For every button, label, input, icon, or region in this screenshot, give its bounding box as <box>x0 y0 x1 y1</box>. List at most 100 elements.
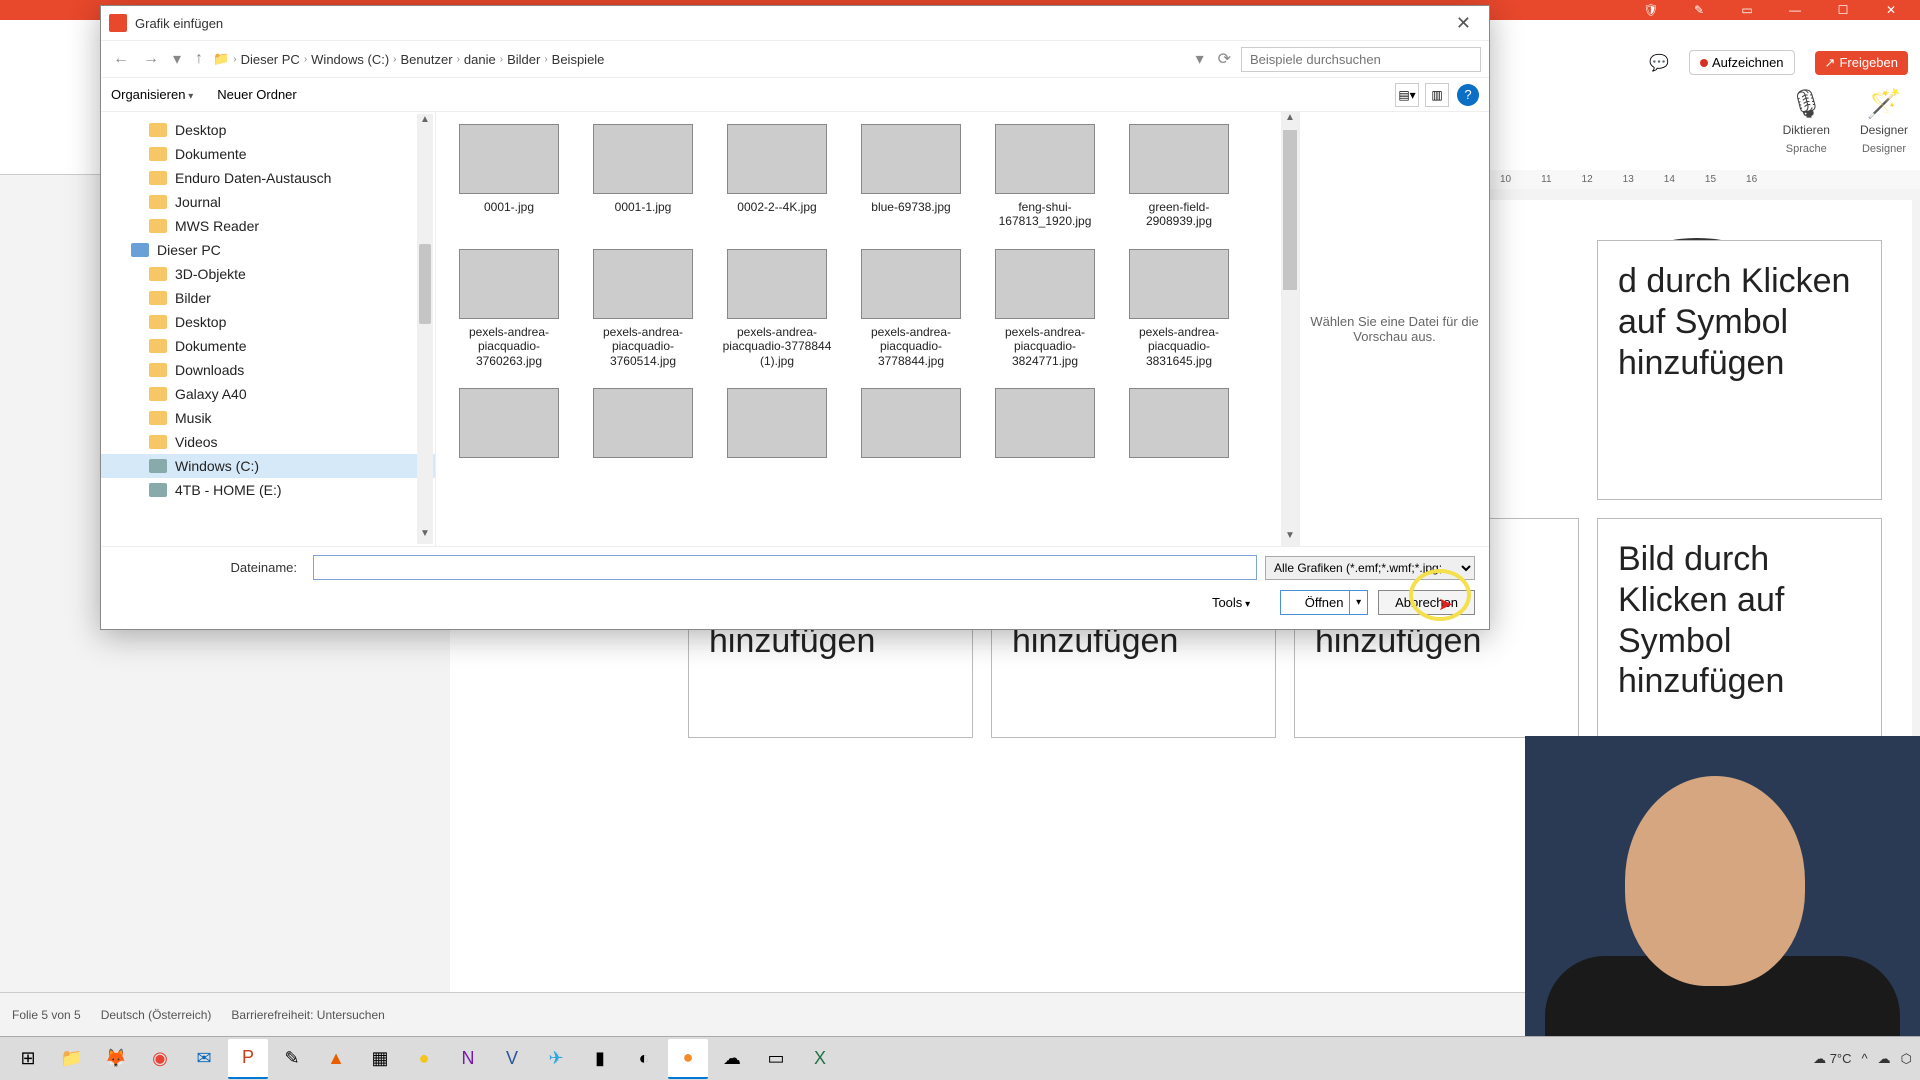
close-icon[interactable]: ✕ <box>1882 1 1900 19</box>
file-item[interactable] <box>980 388 1110 464</box>
file-item[interactable]: pexels-andrea-piacquadio-3760263.jpg <box>444 249 574 368</box>
excel-icon[interactable]: X <box>800 1039 840 1079</box>
app-icon[interactable]: ☁ <box>712 1039 752 1079</box>
file-explorer-icon[interactable]: 📁 <box>52 1039 92 1079</box>
new-folder-button[interactable]: Neuer Ordner <box>217 87 296 102</box>
onenote-icon[interactable]: N <box>448 1039 488 1079</box>
obs-icon[interactable]: ◐ <box>624 1039 664 1079</box>
app-icon[interactable]: ▭ <box>756 1039 796 1079</box>
onedrive-icon[interactable]: ☁ <box>1878 1051 1891 1067</box>
tree-item[interactable]: Bilder <box>101 286 435 310</box>
accessibility-checker[interactable]: Barrierefreiheit: Untersuchen <box>231 1008 384 1022</box>
picture-placeholder[interactable]: Bild durch Klicken auf Symbol hinzufügen <box>1597 518 1882 738</box>
file-item[interactable]: 0002-2--4K.jpg <box>712 124 842 229</box>
tree-item[interactable]: Enduro Daten-Austausch <box>101 166 435 190</box>
breadcrumb-item[interactable]: Dieser PC <box>241 52 300 67</box>
preview-toggle-button[interactable]: ▥ <box>1425 83 1449 107</box>
tree-item[interactable]: Desktop <box>101 118 435 142</box>
breadcrumb-item[interactable]: danie <box>464 52 496 67</box>
breadcrumb-item[interactable]: Bilder <box>507 52 540 67</box>
help-button[interactable]: ? <box>1457 84 1479 106</box>
file-item[interactable]: pexels-andrea-piacquadio-3778844.jpg <box>846 249 976 368</box>
snagit-icon[interactable]: ✎ <box>272 1039 312 1079</box>
file-item[interactable] <box>1114 388 1244 464</box>
language-indicator[interactable]: Deutsch (Österreich) <box>101 1008 212 1022</box>
cancel-button[interactable]: Abbrechen <box>1378 590 1475 615</box>
weather-widget[interactable]: ☁ 7°C <box>1813 1051 1851 1067</box>
tree-item[interactable]: 3D-Objekte <box>101 262 435 286</box>
app-icon[interactable]: ● <box>404 1039 444 1079</box>
window-icon[interactable]: ▭ <box>1738 1 1756 19</box>
file-item[interactable]: pexels-andrea-piacquadio-3760514.jpg <box>578 249 708 368</box>
breadcrumb-item[interactable]: Beispiele <box>552 52 605 67</box>
tree-item[interactable]: 4TB - HOME (E:) <box>101 478 435 502</box>
share-button[interactable]: ↗ Freigeben <box>1815 51 1908 75</box>
breadcrumb-item[interactable]: Benutzer <box>401 52 453 67</box>
files-scrollbar[interactable]: ▲▼ <box>1281 112 1299 546</box>
tree-item[interactable]: Dokumente <box>101 334 435 358</box>
up-button[interactable]: ↑ <box>191 50 207 68</box>
camtasia-icon[interactable]: ● <box>668 1039 708 1079</box>
tree-item[interactable]: Videos <box>101 430 435 454</box>
file-item[interactable]: feng-shui-167813_1920.jpg <box>980 124 1110 229</box>
designer-group[interactable]: 🪄 Designer Designer <box>1860 85 1908 155</box>
tray-expand-icon[interactable]: ^ <box>1862 1051 1868 1066</box>
back-button[interactable]: ← <box>109 50 133 68</box>
file-item[interactable]: pexels-andrea-piacquadio-3824771.jpg <box>980 249 1110 368</box>
maximize-icon[interactable]: ☐ <box>1834 1 1852 19</box>
tree-item[interactable]: MWS Reader <box>101 214 435 238</box>
organize-menu[interactable]: Organisieren <box>111 87 193 102</box>
edit-icon[interactable]: ✎ <box>1690 1 1708 19</box>
firefox-icon[interactable]: 🦊 <box>96 1039 136 1079</box>
comment-icon[interactable]: 💬 <box>1649 53 1669 73</box>
tree-item[interactable]: Musik <box>101 406 435 430</box>
filetype-dropdown[interactable]: Alle Grafiken (*.emf;*.wmf;*.jpg; <box>1265 556 1475 580</box>
open-button[interactable]: Öffnen▾ <box>1280 590 1368 615</box>
filename-input[interactable] <box>313 555 1257 580</box>
start-button[interactable]: ⊞ <box>8 1039 48 1079</box>
search-input[interactable] <box>1241 47 1481 72</box>
forward-button[interactable]: → <box>139 50 163 68</box>
minimize-icon[interactable]: — <box>1786 1 1804 19</box>
close-button[interactable]: ✕ <box>1446 9 1481 38</box>
tree-item[interactable]: Downloads <box>101 358 435 382</box>
visio-icon[interactable]: V <box>492 1039 532 1079</box>
tree-item[interactable]: Journal <box>101 190 435 214</box>
app-icon[interactable]: ▦ <box>360 1039 400 1079</box>
file-item[interactable] <box>846 388 976 464</box>
powerpoint-icon[interactable]: P <box>228 1039 268 1079</box>
dictate-group[interactable]: 🎙 Diktieren Sprache <box>1783 85 1830 155</box>
file-item[interactable]: 0001-.jpg <box>444 124 574 229</box>
file-item[interactable]: pexels-andrea-piacquadio-3778844 (1).jpg <box>712 249 842 368</box>
history-dropdown[interactable]: ▾ <box>1192 49 1208 69</box>
view-mode-button[interactable]: ▤▾ <box>1395 83 1419 107</box>
tree-item[interactable]: Desktop <box>101 310 435 334</box>
file-item[interactable]: blue-69738.jpg <box>846 124 976 229</box>
file-item[interactable] <box>712 388 842 464</box>
outlook-icon[interactable]: ✉ <box>184 1039 224 1079</box>
picture-placeholder[interactable]: d durch Klicken auf Symbol hinzufügen <box>1597 240 1882 500</box>
file-item[interactable] <box>578 388 708 464</box>
tree-item[interactable]: Dokumente <box>101 142 435 166</box>
chrome-icon[interactable]: ◉ <box>140 1039 180 1079</box>
record-button[interactable]: Aufzeichnen <box>1689 50 1795 75</box>
breadcrumb-item[interactable]: Windows (C:) <box>311 52 389 67</box>
file-item[interactable]: green-field-2908939.jpg <box>1114 124 1244 229</box>
app-icon[interactable]: ▮ <box>580 1039 620 1079</box>
breadcrumb[interactable]: 📁›Dieser PC›Windows (C:)›Benutzer›danie›… <box>213 51 1186 67</box>
open-dropdown[interactable]: ▾ <box>1349 591 1367 614</box>
vlc-icon[interactable]: ▲ <box>316 1039 356 1079</box>
recent-button[interactable]: ▾ <box>169 49 185 69</box>
tree-scrollbar[interactable]: ▲▼ <box>417 114 433 544</box>
tray-icon[interactable]: ⬡ <box>1901 1051 1912 1067</box>
file-item[interactable]: pexels-andrea-piacquadio-3831645.jpg <box>1114 249 1244 368</box>
tools-menu[interactable]: Tools <box>1212 595 1250 610</box>
file-item[interactable]: 0001-1.jpg <box>578 124 708 229</box>
tree-item[interactable]: Windows (C:) <box>101 454 435 478</box>
tree-item[interactable]: Galaxy A40 <box>101 382 435 406</box>
shield-icon[interactable]: 🛡 <box>1642 1 1660 19</box>
refresh-button[interactable]: ⟳ <box>1214 49 1235 69</box>
tree-item[interactable]: Dieser PC <box>101 238 435 262</box>
telegram-icon[interactable]: ✈ <box>536 1039 576 1079</box>
file-item[interactable] <box>444 388 574 464</box>
